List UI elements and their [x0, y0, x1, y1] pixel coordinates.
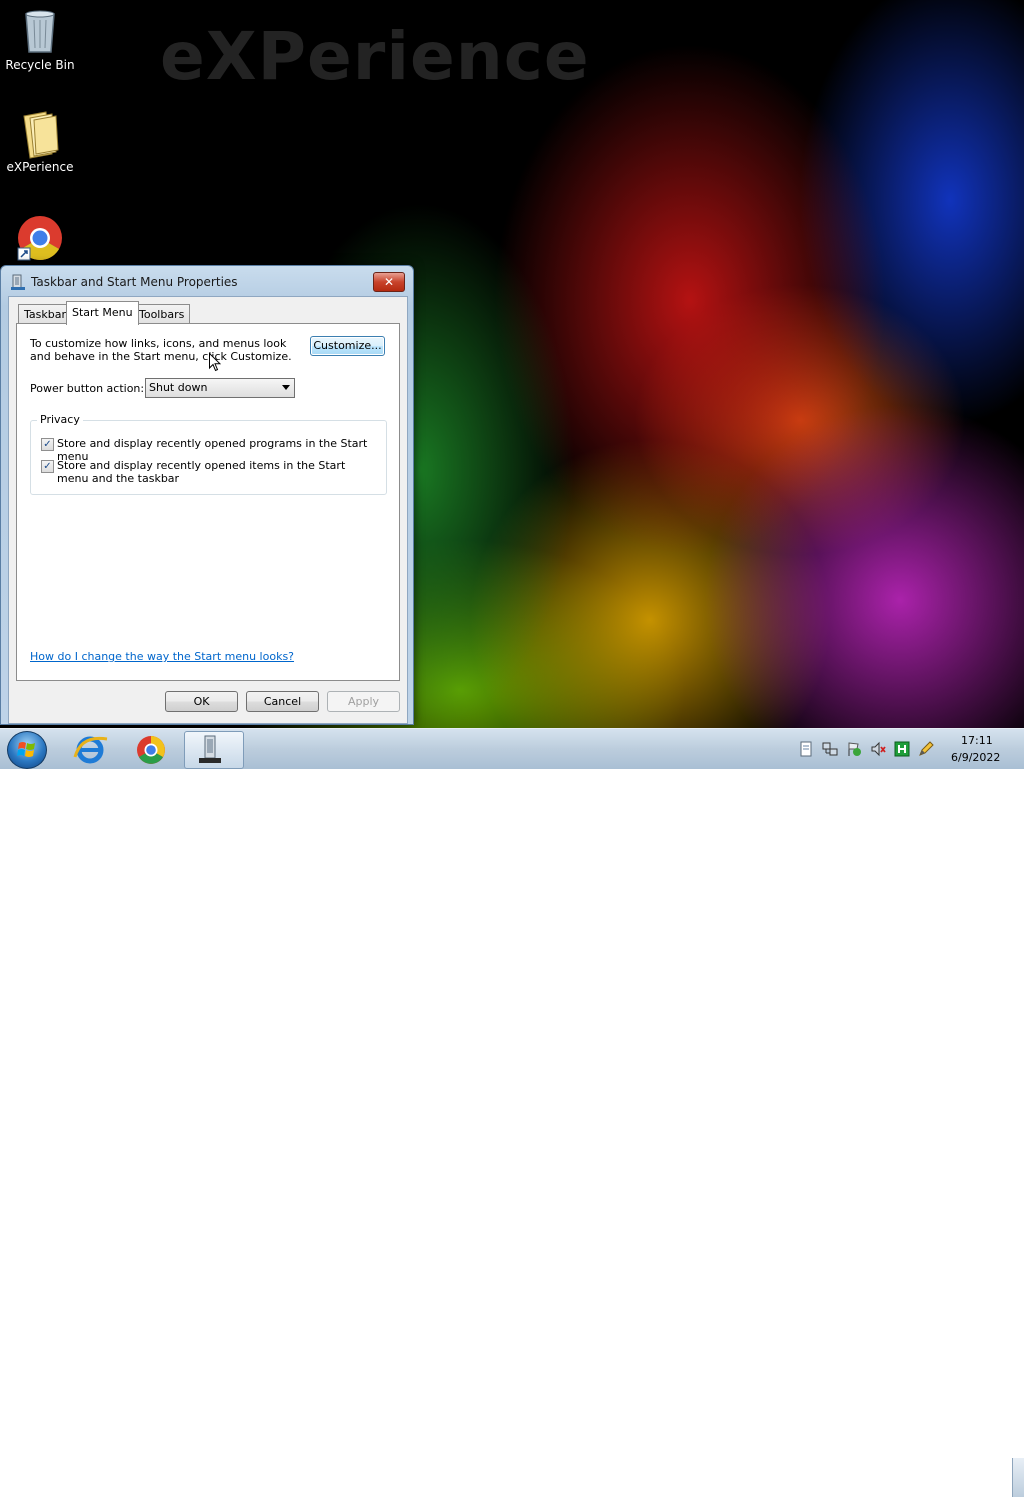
- chrome-icon: [137, 736, 165, 764]
- ie-icon: [73, 736, 108, 764]
- tab-toolbars[interactable]: Toolbars: [133, 304, 191, 324]
- action-center-flag-icon[interactable]: [846, 741, 862, 757]
- power-button-action-select[interactable]: Shut down: [145, 378, 295, 398]
- taskbar-properties-icon: [10, 274, 26, 290]
- windows-logo-icon: [17, 742, 35, 757]
- power-select-value: Shut down: [149, 381, 208, 394]
- network-tray-icon[interactable]: [822, 741, 838, 757]
- chevron-down-icon: [282, 385, 290, 390]
- green-app-tray-icon[interactable]: [894, 741, 910, 757]
- chrome-shortcut-icon: [16, 214, 64, 262]
- privacy-legend: Privacy: [37, 413, 83, 426]
- wallpaper-watermark: eXPerience: [160, 18, 590, 95]
- recent-programs-checkbox[interactable]: ✓: [41, 438, 54, 451]
- dialog-title: Taskbar and Start Menu Properties: [31, 275, 238, 289]
- start-menu-tab-panel: To customize how links, icons, and menus…: [16, 323, 400, 681]
- desktop-icon-recycle-bin[interactable]: Recycle Bin: [0, 6, 80, 72]
- close-button[interactable]: ✕: [373, 272, 405, 292]
- tab-taskbar[interactable]: Taskbar: [18, 304, 72, 324]
- help-link[interactable]: How do I change the way the Start menu l…: [30, 650, 294, 663]
- clock-time[interactable]: 17:11: [961, 734, 993, 747]
- clock-date[interactable]: 6/9/2022: [951, 751, 1000, 764]
- cancel-button[interactable]: Cancel: [246, 691, 319, 712]
- tab-start-menu[interactable]: Start Menu: [66, 301, 139, 325]
- taskbar-properties-dialog: Taskbar and Start Menu Properties ✕ Task…: [0, 265, 414, 725]
- desktop-icon-chrome[interactable]: [0, 214, 80, 266]
- dialog-titlebar[interactable]: Taskbar and Start Menu Properties ✕: [1, 266, 413, 296]
- power-button-action-label: Power button action:: [30, 382, 145, 395]
- mouse-cursor-icon: [209, 352, 222, 372]
- volume-muted-icon[interactable]: [870, 741, 886, 757]
- desktop-icon-experience-folder[interactable]: eXPerience: [0, 108, 80, 174]
- dialog-body: Taskbar Start Menu Toolbars To customize…: [8, 296, 408, 724]
- desktop-icon-label: eXPerience: [6, 160, 74, 174]
- taskbar-item-internet-explorer[interactable]: [61, 731, 119, 767]
- desktop-icon-label: Recycle Bin: [5, 58, 75, 72]
- privacy-group: Privacy ✓ Store and display recently ope…: [30, 413, 387, 495]
- taskbar-item-chrome[interactable]: [122, 731, 180, 767]
- customize-button[interactable]: Customize...: [310, 336, 385, 356]
- intro-text: To customize how links, icons, and menus…: [30, 337, 292, 363]
- taskbar-item-taskbar-properties[interactable]: [184, 731, 244, 769]
- taskbar: [0, 728, 1024, 1497]
- show-desktop-button[interactable]: [1012, 1458, 1024, 1497]
- pencil-tray-icon[interactable]: [918, 741, 934, 757]
- apply-button[interactable]: Apply: [327, 691, 400, 712]
- recent-items-label: Store and display recently opened items …: [57, 459, 346, 485]
- folder-icon: [16, 108, 64, 159]
- document-tray-icon[interactable]: [798, 741, 814, 757]
- start-button[interactable]: [7, 731, 47, 769]
- recent-items-checkbox[interactable]: ✓: [41, 460, 54, 473]
- taskbar-properties-icon: [199, 735, 221, 763]
- recycle-bin-icon: [16, 6, 64, 54]
- ok-button[interactable]: OK: [165, 691, 238, 712]
